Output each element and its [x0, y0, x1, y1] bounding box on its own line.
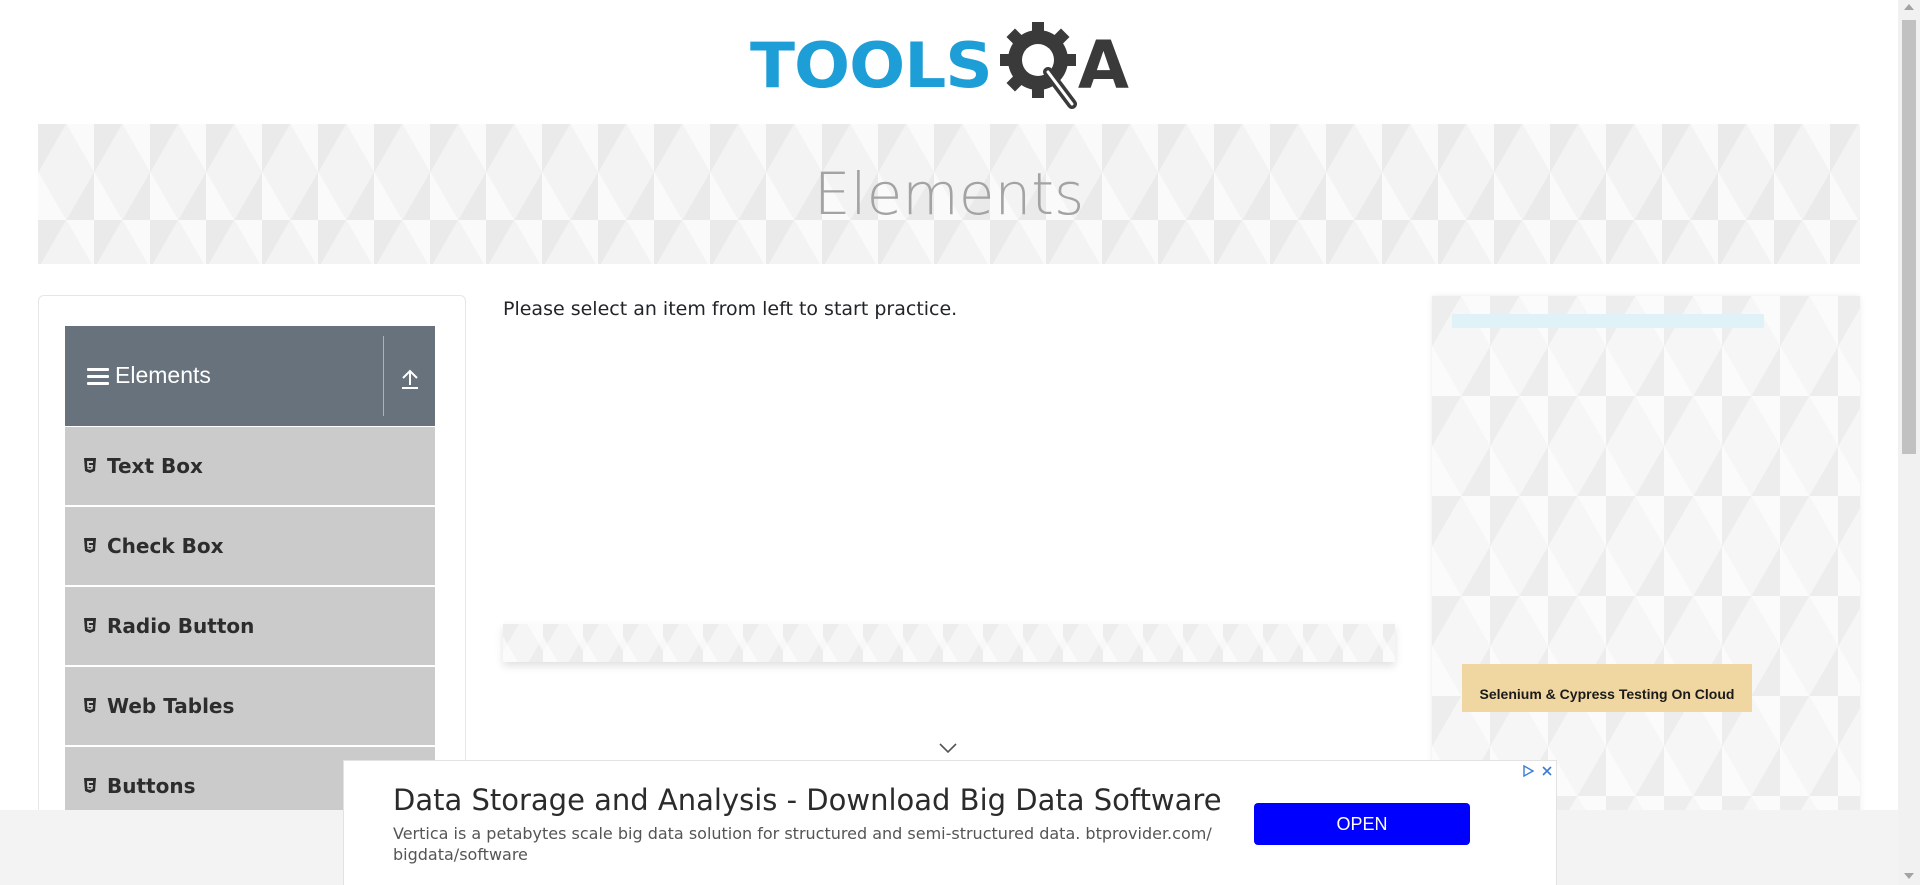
html5-icon [84, 778, 96, 793]
ad-description: Vertica is a petabytes scale big data so… [393, 824, 1212, 864]
html5-icon [84, 698, 96, 713]
sidebar-item-text-box[interactable]: Text Box [65, 427, 435, 507]
bottom-ad[interactable]: Data Storage and Analysis - Download Big… [343, 760, 1557, 885]
ad-headline[interactable]: Data Storage and Analysis - Download Big… [393, 783, 1222, 817]
page-title: Elements [813, 160, 1085, 228]
sidebar-item-label: Buttons [107, 774, 196, 798]
promo-banner[interactable]: Selenium & Cypress Testing On Cloud [1462, 664, 1752, 712]
sidebar-group-label: Elements [115, 362, 211, 388]
toolsqa-logo[interactable]: TOOLS A [750, 18, 1156, 114]
sidebar-item-label: Radio Button [107, 614, 255, 638]
close-icon[interactable] [1538, 762, 1556, 780]
hamburger-icon [87, 368, 109, 386]
intro-text: Please select an item from left to start… [503, 298, 958, 320]
promo-text: Selenium & Cypress Testing On Cloud [1479, 686, 1735, 702]
logo-text-a: A [1077, 27, 1129, 104]
adchoices-icon[interactable] [1519, 762, 1537, 780]
chevron-down-icon[interactable] [938, 742, 958, 754]
html5-icon [84, 618, 96, 633]
gear-magnifier-icon [999, 22, 1077, 109]
ad-open-button[interactable]: OPEN [1254, 803, 1470, 845]
scroll-down-icon[interactable] [1904, 873, 1914, 879]
html5-icon [84, 458, 96, 473]
ad-top-bar [1452, 314, 1764, 328]
logo-text-tools: TOOLS [750, 28, 993, 103]
sidebar-item-label: Check Box [107, 534, 224, 558]
sidebar-group-elements[interactable]: Elements [65, 326, 435, 426]
upload-arrow-icon[interactable] [395, 364, 425, 394]
header-divider [383, 336, 384, 416]
scroll-up-icon[interactable] [1904, 4, 1914, 10]
scrollbar-thumb[interactable] [1902, 20, 1916, 454]
page-banner: Elements [38, 124, 1860, 264]
html5-icon [84, 538, 96, 553]
sidebar-item-web-tables[interactable]: Web Tables [65, 667, 435, 747]
sidebar-item-label: Web Tables [107, 694, 235, 718]
ad-placeholder-strip [503, 624, 1395, 662]
vertical-scrollbar[interactable] [1898, 0, 1920, 885]
sidebar-item-check-box[interactable]: Check Box [65, 507, 435, 587]
page: TOOLS A Elements Elements Text Box Check… [0, 0, 1920, 885]
sidebar-item-radio-button[interactable]: Radio Button [65, 587, 435, 667]
sidebar-item-label: Text Box [107, 454, 203, 478]
